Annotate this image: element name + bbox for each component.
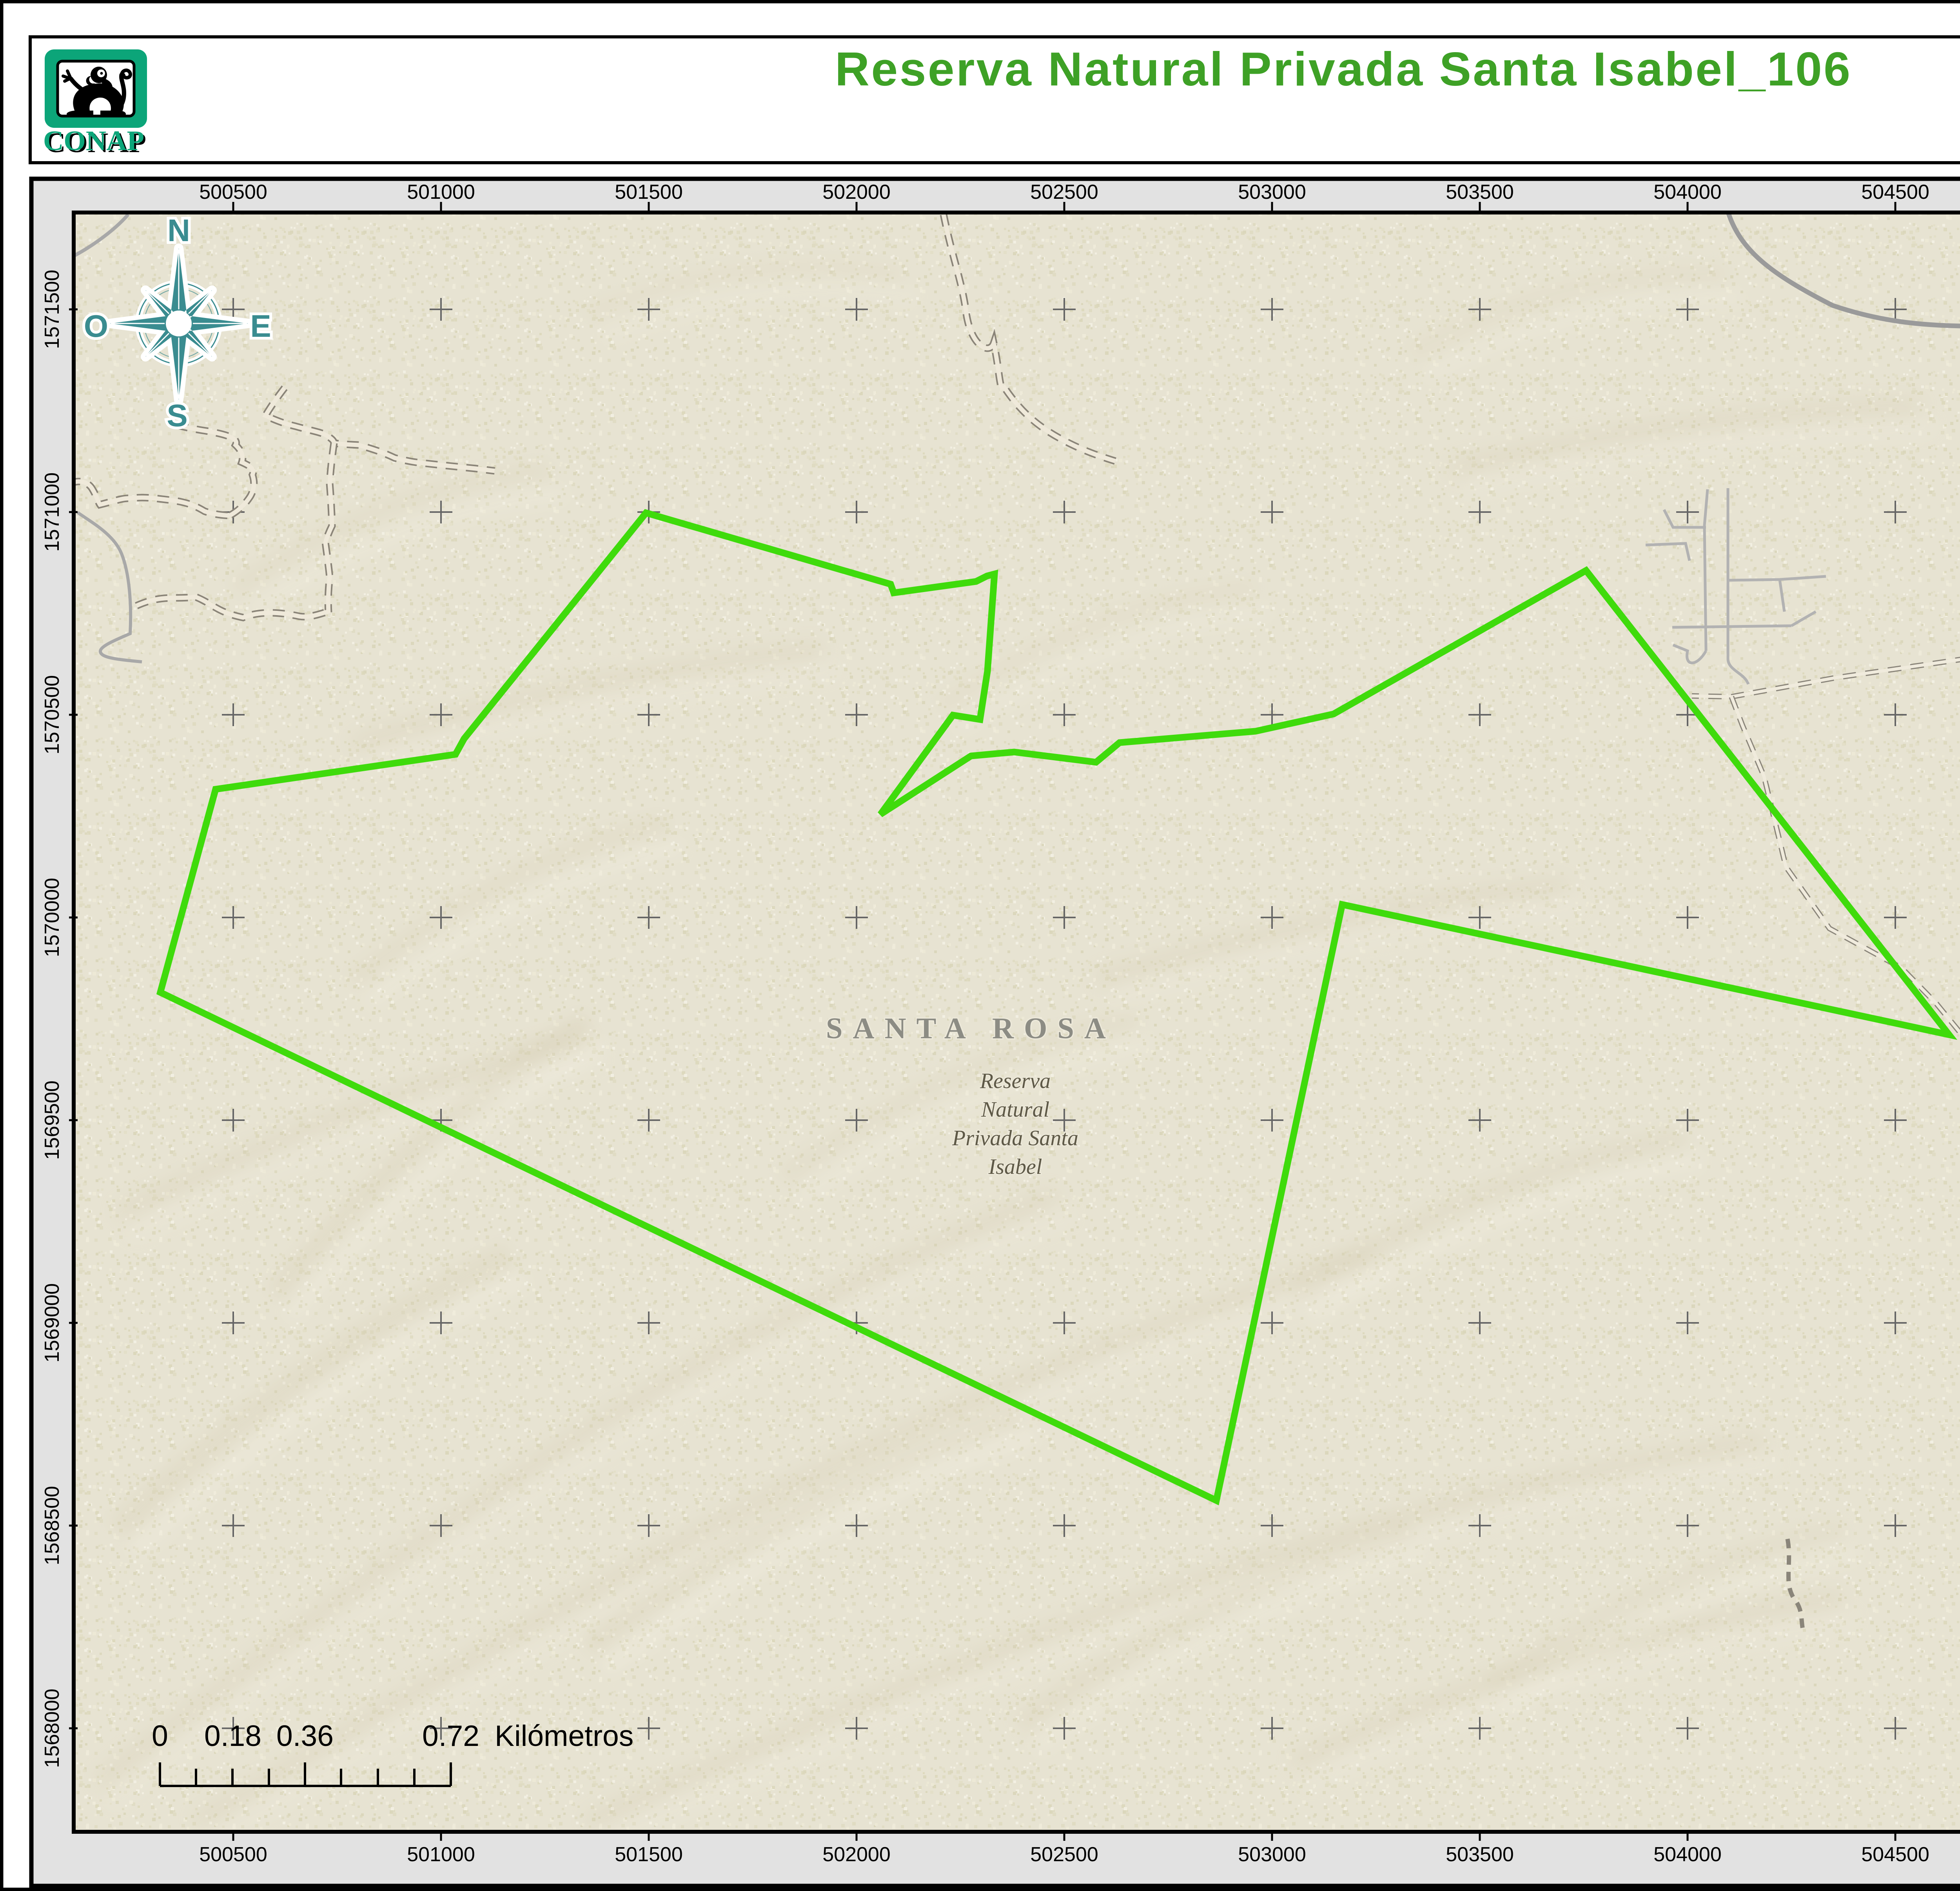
svg-text:1569500: 1569500	[41, 1081, 64, 1160]
svg-text:Reserva Natural Privada Santa: Reserva Natural Privada Santa Isabel_106	[835, 42, 1850, 96]
svg-text:503000: 503000	[1238, 1843, 1306, 1866]
svg-text:Natural: Natural	[981, 1097, 1049, 1122]
svg-text:500500: 500500	[199, 1843, 267, 1866]
svg-text:1568000: 1568000	[41, 1689, 64, 1768]
svg-text:1569000: 1569000	[41, 1283, 64, 1362]
svg-text:500500: 500500	[199, 181, 267, 203]
svg-text:502000: 502000	[822, 181, 891, 203]
svg-text:503500: 503500	[1446, 1843, 1514, 1866]
svg-text:501500: 501500	[615, 1843, 683, 1866]
svg-text:0.36: 0.36	[276, 1719, 334, 1752]
svg-text:O: O	[84, 309, 108, 343]
svg-text:E: E	[250, 309, 271, 343]
svg-text:502500: 502500	[1030, 1843, 1098, 1866]
svg-text:504000: 504000	[1653, 181, 1722, 203]
svg-text:0.72: 0.72	[422, 1719, 479, 1752]
svg-text:502000: 502000	[822, 1843, 891, 1866]
svg-text:501000: 501000	[407, 181, 475, 203]
svg-text:CONAP: CONAP	[43, 125, 144, 156]
svg-text:1571000: 1571000	[41, 472, 64, 552]
svg-text:504500: 504500	[1861, 181, 1929, 203]
svg-text:501500: 501500	[615, 181, 683, 203]
svg-text:1570000: 1570000	[41, 878, 64, 957]
svg-text:Privada Santa: Privada Santa	[952, 1126, 1078, 1150]
svg-text:Reserva: Reserva	[980, 1069, 1051, 1093]
svg-text:S: S	[167, 398, 187, 433]
svg-text:501000: 501000	[407, 1843, 475, 1866]
svg-text:503500: 503500	[1446, 181, 1514, 203]
svg-text:Isabel: Isabel	[988, 1155, 1042, 1179]
svg-text:504500: 504500	[1861, 1843, 1929, 1866]
svg-text:0: 0	[152, 1719, 168, 1752]
svg-text:0.18: 0.18	[204, 1719, 261, 1752]
svg-text:504000: 504000	[1653, 1843, 1722, 1866]
svg-text:503000: 503000	[1238, 181, 1306, 203]
svg-text:SANTA ROSA: SANTA ROSA	[826, 1012, 1116, 1045]
svg-text:N: N	[167, 213, 190, 248]
svg-text:1571500: 1571500	[41, 270, 64, 349]
svg-text:Kilómetros: Kilómetros	[495, 1719, 633, 1752]
svg-text:1570500: 1570500	[41, 675, 64, 754]
svg-text:1568500: 1568500	[41, 1486, 64, 1565]
svg-text:502500: 502500	[1030, 181, 1098, 203]
